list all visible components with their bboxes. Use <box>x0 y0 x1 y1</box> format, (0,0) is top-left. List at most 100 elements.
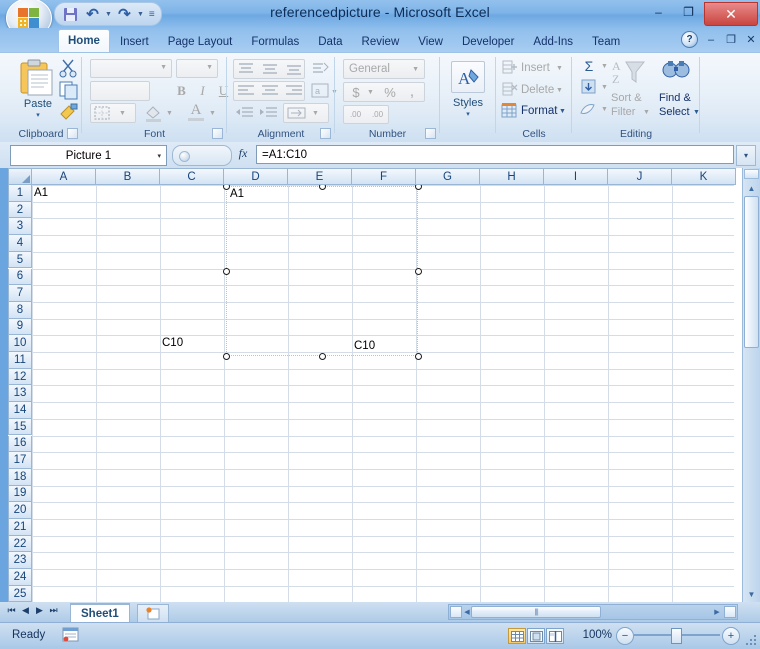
redo-icon[interactable]: ↷ <box>115 5 134 23</box>
page-layout-view-button[interactable] <box>527 628 545 644</box>
next-sheet-icon[interactable]: ▶ <box>34 605 45 616</box>
increase-indent-icon[interactable] <box>259 105 279 121</box>
autosum-dropdown-icon[interactable]: ▼ <box>600 62 609 71</box>
row-header-25[interactable]: 25 <box>8 586 32 603</box>
resize-handle-bottom-left[interactable] <box>223 353 230 360</box>
clipboard-dialog-launcher[interactable] <box>67 128 78 139</box>
tab-data[interactable]: Data <box>309 32 351 52</box>
minimize-button[interactable]: – <box>645 2 672 21</box>
name-box[interactable]: Picture 1 ▾ <box>10 145 167 166</box>
column-header-b[interactable]: B <box>96 168 160 185</box>
format-painter-icon[interactable] <box>58 102 80 122</box>
column-header-k[interactable]: K <box>672 168 736 185</box>
insert-cells-icon[interactable] <box>502 60 518 75</box>
resize-handle-middle-left[interactable] <box>223 268 230 275</box>
prev-sheet-icon[interactable]: ◀ <box>20 605 31 616</box>
alignment-dialog-launcher[interactable] <box>320 128 331 139</box>
top-align-icon[interactable] <box>235 61 257 77</box>
zoom-level[interactable]: 100% <box>583 629 612 641</box>
redo-dropdown-icon[interactable]: ▼ <box>137 11 144 18</box>
split-pane-handle[interactable] <box>744 169 759 179</box>
zoom-out-button[interactable]: − <box>616 627 634 645</box>
resize-handle-bottom-right[interactable] <box>415 353 422 360</box>
number-format-value[interactable]: General <box>349 63 390 75</box>
row-header-12[interactable]: 12 <box>8 369 32 386</box>
clear-icon[interactable] <box>579 101 598 117</box>
row-header-6[interactable]: 6 <box>8 269 32 286</box>
row-header-20[interactable]: 20 <box>8 502 32 519</box>
font-size-input[interactable]: ▼ <box>176 59 218 78</box>
autosum-icon[interactable]: Σ <box>580 58 598 74</box>
row-header-9[interactable]: 9 <box>8 319 32 336</box>
decrease-indent-icon[interactable] <box>235 105 255 121</box>
format-button[interactable]: Format <box>520 104 558 118</box>
accounting-dropdown-icon[interactable]: ▼ <box>366 88 375 97</box>
borders-icon[interactable] <box>94 106 110 120</box>
font-color-icon[interactable]: A <box>186 103 206 118</box>
sort-filter-icon[interactable]: A Z <box>612 58 646 86</box>
comma-format-button[interactable]: , <box>403 83 421 99</box>
last-sheet-icon[interactable]: ⏭ <box>48 605 59 616</box>
number-format-dropdown-icon[interactable]: ▼ <box>412 66 419 73</box>
wrap-text-icon[interactable]: a <box>311 82 329 100</box>
italic-button[interactable]: I <box>193 82 212 100</box>
tab-home[interactable]: Home <box>58 29 110 52</box>
row-header-3[interactable]: 3 <box>8 218 32 235</box>
column-header-f[interactable]: F <box>352 168 416 185</box>
find-select-label-line1[interactable]: Find & <box>658 91 692 105</box>
format-dropdown-icon[interactable]: ▼ <box>558 107 567 116</box>
close-button[interactable]: ✕ <box>704 2 758 26</box>
tab-add-ins[interactable]: Add-Ins <box>524 32 582 52</box>
sort-filter-label-line1[interactable]: Sort & <box>610 91 643 105</box>
row-header-8[interactable]: 8 <box>8 302 32 319</box>
tab-developer[interactable]: Developer <box>453 32 523 52</box>
scroll-right-icon[interactable]: ▶ <box>711 606 723 618</box>
center-icon[interactable] <box>259 83 281 99</box>
undo-dropdown-icon[interactable]: ▼ <box>105 11 112 18</box>
help-icon[interactable]: ? <box>681 31 698 48</box>
insert-function-icon[interactable]: fx <box>232 146 254 161</box>
fill-dropdown-icon[interactable]: ▼ <box>600 83 609 92</box>
font-dialog-launcher[interactable] <box>212 128 223 139</box>
clear-dropdown-icon[interactable]: ▼ <box>600 105 609 114</box>
delete-dropdown-icon[interactable]: ▼ <box>555 86 564 95</box>
tab-team[interactable]: Team <box>583 32 629 52</box>
close-document-icon[interactable]: ✕ <box>744 33 758 46</box>
zoom-in-button[interactable]: + <box>722 627 740 645</box>
delete-cells-icon[interactable] <box>502 82 518 97</box>
resize-handle-bottom-center[interactable] <box>319 353 326 360</box>
styles-button[interactable]: A <box>451 61 485 93</box>
merge-center-icon[interactable] <box>287 106 307 120</box>
format-cells-icon[interactable] <box>501 103 518 119</box>
column-header-h[interactable]: H <box>480 168 544 185</box>
page-break-view-button[interactable] <box>546 628 564 644</box>
row-header-1[interactable]: 1 <box>8 185 32 202</box>
orientation-icon[interactable] <box>311 60 329 78</box>
insert-worksheet-button[interactable] <box>137 604 169 622</box>
styles-dropdown-icon[interactable]: ▾ <box>440 110 496 118</box>
tab-review[interactable]: Review <box>353 32 409 52</box>
fill-icon[interactable] <box>580 79 597 95</box>
maximize-button[interactable]: ❐ <box>675 2 702 21</box>
cell-a1[interactable]: A1 <box>32 185 98 201</box>
row-header-16[interactable]: 16 <box>8 436 32 453</box>
column-header-g[interactable]: G <box>416 168 480 185</box>
sheet-tab-sheet1[interactable]: Sheet1 <box>70 603 130 623</box>
decrease-decimal-icon[interactable]: .00 <box>367 106 388 123</box>
row-header-11[interactable]: 11 <box>8 352 32 369</box>
first-sheet-icon[interactable]: ⏮ <box>6 605 17 616</box>
font-color-dropdown-icon[interactable]: ▼ <box>208 109 217 118</box>
number-dialog-launcher[interactable] <box>425 128 436 139</box>
restore-window-icon[interactable]: ❐ <box>724 33 738 46</box>
normal-view-button[interactable] <box>508 628 526 644</box>
save-icon[interactable] <box>61 5 80 23</box>
sheet-pane[interactable]: A1C10 A1 C10 <box>32 185 734 602</box>
bold-button[interactable]: B <box>172 82 191 100</box>
insert-button[interactable]: Insert <box>520 61 551 75</box>
resize-handle-middle-right[interactable] <box>415 268 422 275</box>
undo-icon[interactable]: ↶ <box>83 5 102 23</box>
align-right-icon[interactable] <box>283 83 305 99</box>
record-macro-icon[interactable] <box>62 627 80 643</box>
tab-view[interactable]: View <box>409 32 452 52</box>
percent-format-button[interactable]: % <box>381 84 399 100</box>
